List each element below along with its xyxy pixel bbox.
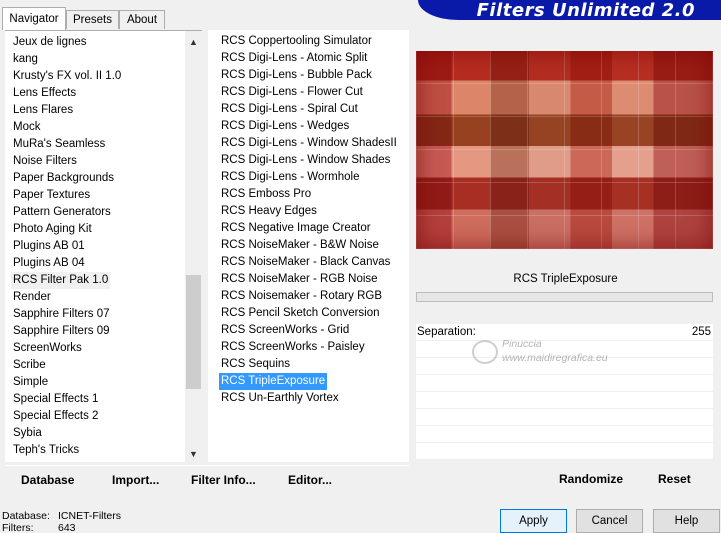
category-item[interactable]: kang: [11, 51, 40, 68]
category-item[interactable]: RCS Filter Pak 1.0: [11, 272, 111, 289]
category-item[interactable]: Krusty's FX vol. II 1.0: [11, 68, 123, 85]
filter-item[interactable]: RCS Digi-Lens - Spiral Cut: [219, 101, 360, 118]
status-db-label: Database:: [2, 510, 50, 522]
filter-item[interactable]: RCS Negative Image Creator: [219, 220, 373, 237]
filter-item[interactable]: RCS Heavy Edges: [219, 203, 319, 220]
editor-button[interactable]: Editor...: [288, 473, 332, 487]
param-row-empty: [416, 409, 713, 426]
list-button-bar: Database Import... Filter Info... Editor…: [5, 465, 409, 493]
filter-item[interactable]: RCS NoiseMaker - B&W Noise: [219, 237, 381, 254]
filter-item[interactable]: RCS NoiseMaker - RGB Noise: [219, 271, 380, 288]
watermark-url: www.maidiregrafica.eu: [502, 352, 608, 364]
category-item[interactable]: Pattern Generators: [11, 204, 113, 221]
filter-item[interactable]: RCS Digi-Lens - Wedges: [219, 118, 351, 135]
category-item[interactable]: Simple: [11, 374, 50, 391]
filter-item[interactable]: RCS Un-Earthly Vortex: [219, 390, 341, 407]
preview-button-bar: Randomize Reset: [415, 465, 715, 493]
database-button[interactable]: Database: [21, 473, 74, 487]
tab-strip: Navigator Presets About: [2, 7, 165, 30]
param-row-empty: [416, 426, 713, 443]
preview-shade: [416, 51, 713, 249]
filter-item[interactable]: RCS Noisemaker - Rotary RGB: [219, 288, 384, 305]
param-value[interactable]: 255: [692, 324, 711, 341]
category-item[interactable]: Render: [11, 289, 53, 306]
reset-button[interactable]: Reset: [658, 472, 691, 486]
category-item[interactable]: Plugins AB 04: [11, 255, 87, 272]
category-item[interactable]: ScreenWorks: [11, 340, 84, 357]
filter-item[interactable]: RCS Pencil Sketch Conversion: [219, 305, 382, 322]
category-item[interactable]: Special Effects 2: [11, 408, 100, 425]
category-item[interactable]: Lens Effects: [11, 85, 78, 102]
category-scrollbar[interactable]: ▲ ▼: [185, 31, 202, 462]
param-row-empty: [416, 392, 713, 409]
filter-item[interactable]: RCS Sequins: [219, 356, 292, 373]
apply-button[interactable]: Apply: [500, 509, 567, 533]
filter-item[interactable]: RCS Digi-Lens - Flower Cut: [219, 84, 365, 101]
category-item[interactable]: Sapphire Filters 07: [11, 306, 112, 323]
current-filter-name: RCS TripleExposure: [513, 273, 618, 285]
category-item[interactable]: Sybia: [11, 425, 44, 442]
watermark-name: Pinuccia: [502, 338, 542, 350]
chevron-up-icon[interactable]: ▲: [185, 33, 202, 50]
category-item[interactable]: Noise Filters: [11, 153, 79, 170]
param-row-empty: [416, 443, 713, 460]
watermark-logo-icon: [472, 340, 498, 364]
status-filters-label: Filters:: [2, 522, 34, 533]
status-info: Database: ICNET-Filters Filters: 643: [2, 510, 121, 533]
filter-item[interactable]: RCS Digi-Lens - Atomic Split: [219, 50, 369, 67]
progress-bar: [416, 292, 713, 302]
category-item[interactable]: Teph's Tricks: [11, 442, 81, 459]
chevron-down-icon[interactable]: ▼: [185, 445, 202, 462]
category-item[interactable]: Lens Flares: [11, 102, 75, 119]
category-item[interactable]: Sapphire Filters 09: [11, 323, 112, 340]
category-item[interactable]: Special Effects 1: [11, 391, 100, 408]
filter-item[interactable]: RCS Digi-Lens - Window ShadesII: [219, 135, 399, 152]
category-list[interactable]: Jeux de lignes kang Krusty's FX vol. II 1.…: [5, 30, 202, 462]
tab-about[interactable]: About: [119, 10, 165, 29]
param-row-empty: [416, 375, 713, 392]
category-item[interactable]: Jeux de lignes: [11, 34, 89, 51]
category-item[interactable]: Plugins AB 01: [11, 238, 87, 255]
param-label: Separation:: [417, 326, 476, 338]
filter-item[interactable]: RCS ScreenWorks - Paisley: [219, 339, 367, 356]
filter-item[interactable]: RCS TripleExposure: [219, 373, 328, 390]
category-item[interactable]: Mock: [11, 119, 42, 136]
filter-item[interactable]: RCS NoiseMaker - Black Canvas: [219, 254, 392, 271]
status-db-value: ICNET-Filters: [58, 510, 121, 522]
filter-info-button[interactable]: Filter Info...: [191, 473, 256, 487]
category-item[interactable]: Scribe: [11, 357, 48, 374]
preview-image: [416, 51, 713, 249]
import-button[interactable]: Import...: [112, 473, 159, 487]
filter-list[interactable]: RCS Coppertooling Simulator RCS Digi-Lens…: [208, 30, 409, 462]
tab-navigator[interactable]: Navigator: [2, 7, 66, 30]
parameter-panel: Separation: 255: [416, 324, 713, 460]
tab-presets[interactable]: Presets: [66, 10, 119, 29]
category-item[interactable]: Paper Backgrounds: [11, 170, 116, 187]
randomize-button[interactable]: Randomize: [559, 472, 623, 486]
help-button[interactable]: Help: [653, 509, 720, 533]
filter-item[interactable]: RCS Digi-Lens - Window Shades: [219, 152, 392, 169]
category-item[interactable]: MuRa's Seamless: [11, 136, 107, 153]
category-item[interactable]: Photo Aging Kit: [11, 221, 94, 238]
scroll-thumb[interactable]: [186, 275, 201, 389]
filter-item[interactable]: RCS Emboss Pro: [219, 186, 313, 203]
cancel-button[interactable]: Cancel: [576, 509, 643, 533]
filter-item[interactable]: RCS Coppertooling Simulator: [219, 33, 374, 50]
app-banner: Filters Unlimited 2.0: [418, 0, 721, 21]
filter-item[interactable]: RCS ScreenWorks - Grid: [219, 322, 351, 339]
filter-item[interactable]: RCS Digi-Lens - Bubble Pack: [219, 67, 374, 84]
category-item[interactable]: Paper Textures: [11, 187, 92, 204]
filter-item[interactable]: RCS Digi-Lens - Wormhole: [219, 169, 361, 186]
param-separation[interactable]: Separation: 255: [416, 324, 713, 341]
status-filters-value: 643: [58, 522, 76, 533]
